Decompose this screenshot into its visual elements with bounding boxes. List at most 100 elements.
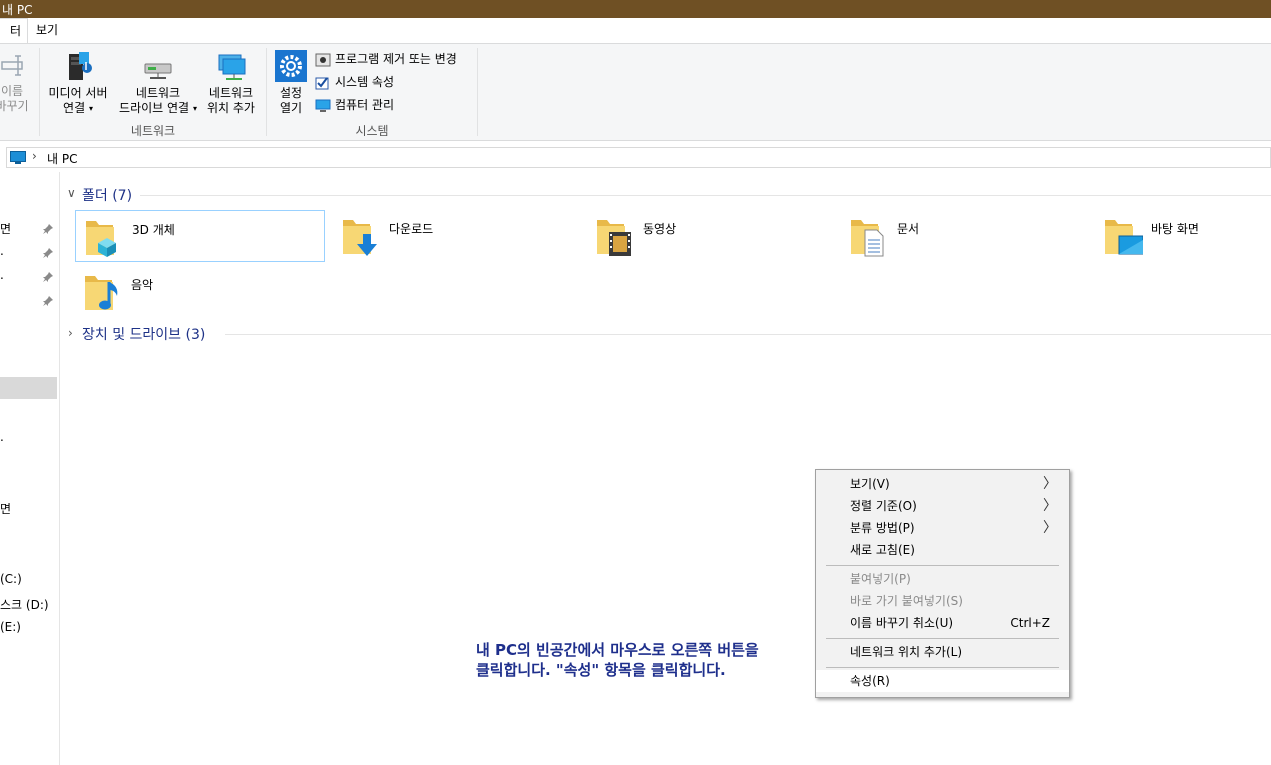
- system-group-label: 시스템: [355, 124, 389, 138]
- desktop-icon: [1103, 214, 1144, 258]
- chevron-right-icon: 〉: [1043, 520, 1057, 536]
- chevron-right-icon: 〉: [1043, 476, 1057, 492]
- menu-item-refresh[interactable]: 새로 고침(E): [816, 539, 1069, 561]
- nav-item-drive-c[interactable]: (C:): [0, 572, 22, 586]
- media-server-icon: [61, 50, 95, 82]
- instruction-note: 내 PC의 빈공간에서 마우스로 오른쪽 버튼을 클릭합니다. "속성" 항목을…: [476, 640, 759, 680]
- nav-item[interactable]: .: [0, 268, 4, 282]
- tab-computer[interactable]: 터: [0, 18, 28, 43]
- folder-documents[interactable]: 문서: [841, 210, 1091, 262]
- folder-label: 문서: [897, 222, 920, 236]
- map-network-drive-button[interactable]: 네트워크 드라이브 연결 ▾: [113, 50, 203, 116]
- folder-music[interactable]: 음악: [75, 266, 325, 318]
- network-drive-icon: [141, 50, 175, 82]
- folder-label: 동영상: [643, 222, 677, 236]
- nav-item[interactable]: 면: [0, 220, 11, 237]
- menu-item-add-network-location[interactable]: 네트워크 위치 추가(L): [816, 641, 1069, 663]
- menu-separator: [826, 667, 1059, 668]
- pin-icon[interactable]: [43, 271, 53, 282]
- chevron-right-icon[interactable]: ›: [68, 326, 73, 340]
- nav-item-this-pc[interactable]: [0, 377, 57, 399]
- pin-icon[interactable]: [43, 223, 53, 234]
- nav-item[interactable]: .: [0, 244, 4, 258]
- rename-label-1: 이름: [0, 84, 24, 98]
- network-location-icon: [214, 50, 248, 82]
- rename-button[interactable]: 이름 바꾸기: [0, 50, 30, 114]
- folder-videos[interactable]: 동영상: [587, 210, 837, 262]
- ribbon: 이름 바꾸기 미디어 서버 연결 ▾ 네트워크 드라이브 연결 ▾ 네트워크 위…: [0, 43, 1271, 141]
- computer-icon: [315, 99, 331, 113]
- pin-icon[interactable]: [43, 247, 53, 258]
- nav-item-drive-e[interactable]: (E:): [0, 620, 21, 634]
- nav-item-drive-d[interactable]: 스크 (D:): [0, 596, 49, 613]
- ribbon-tabs: 터 보기: [0, 18, 1271, 43]
- pin-icon[interactable]: [43, 295, 53, 306]
- shortcut-label: Ctrl+Z: [1010, 616, 1050, 630]
- folders-section-header[interactable]: 폴더 (7): [82, 185, 132, 205]
- ribbon-divider: [39, 48, 40, 136]
- menu-item-paste[interactable]: 붙여넣기(P): [816, 568, 1069, 590]
- chevron-right-icon: 〉: [1043, 498, 1057, 514]
- section-divider: [225, 334, 1271, 335]
- media-server-label-2: 연결: [63, 101, 86, 115]
- menu-item-properties[interactable]: 속성(R): [816, 670, 1069, 692]
- chevron-down-icon: ▾: [192, 104, 197, 113]
- instruction-line-2: 클릭합니다. "속성" 항목을 클릭합니다.: [476, 661, 726, 679]
- settings-label-2: 열기: [279, 101, 303, 115]
- menu-item-undo-rename[interactable]: 이름 바꾸기 취소(U) Ctrl+Z: [816, 612, 1069, 634]
- address-bar[interactable]: › 내 PC: [6, 147, 1271, 168]
- menu-separator: [826, 638, 1059, 639]
- folder-downloads[interactable]: 다운로드: [333, 210, 583, 262]
- music-note-icon: [83, 270, 123, 314]
- gear-icon: [274, 50, 308, 82]
- chevron-down-icon[interactable]: ∨: [67, 186, 76, 200]
- settings-label-1: 설정: [279, 86, 303, 100]
- folder-label: 다운로드: [389, 222, 434, 236]
- menu-separator: [826, 565, 1059, 566]
- folder-3d-objects[interactable]: 3D 개체: [75, 210, 325, 262]
- context-menu: 보기(V) 〉 정렬 기준(O) 〉 분류 방법(P) 〉 새로 고침(E) 붙…: [815, 469, 1070, 698]
- chevron-down-icon: ▾: [88, 104, 93, 113]
- map-drive-label-2: 드라이브 연결: [119, 101, 190, 115]
- folder-3d-icon: [84, 215, 124, 259]
- media-server-label-1: 미디어 서버: [48, 86, 108, 100]
- menu-item-group-by[interactable]: 분류 방법(P) 〉: [816, 517, 1069, 539]
- instruction-line-1: 내 PC의 빈공간에서 마우스로 오른쪽 버튼을: [476, 641, 759, 659]
- add-location-label-1: 네트워크: [208, 86, 254, 100]
- this-pc-icon: [10, 151, 26, 162]
- map-drive-label-1: 네트워크: [135, 86, 181, 100]
- navigation-pane: 면 . . . 면 (C:) 스크 (D:) (E:): [0, 172, 60, 765]
- film-icon: [595, 214, 635, 258]
- drives-section-header[interactable]: 장치 및 드라이브 (3): [82, 324, 205, 344]
- add-location-label-2: 위치 추가: [207, 101, 255, 115]
- section-divider: [140, 195, 1271, 196]
- folder-label: 음악: [131, 278, 154, 292]
- checkbox-icon: [315, 76, 331, 90]
- menu-item-view[interactable]: 보기(V) 〉: [816, 473, 1069, 495]
- menu-item-paste-shortcut[interactable]: 바로 가기 붙여넣기(S): [816, 590, 1069, 612]
- system-properties-button[interactable]: 시스템 속성: [315, 72, 394, 92]
- uninstall-program-button[interactable]: 프로그램 제거 또는 변경: [315, 49, 457, 69]
- nav-item[interactable]: .: [0, 430, 4, 444]
- menu-item-sort-by[interactable]: 정렬 기준(O) 〉: [816, 495, 1069, 517]
- computer-management-button[interactable]: 컴퓨터 관리: [315, 95, 394, 115]
- window-title: 내 PC: [2, 3, 33, 17]
- rename-icon: [0, 50, 24, 80]
- uninstall-label: 프로그램 제거 또는 변경: [335, 52, 457, 66]
- folder-label: 바탕 화면: [1151, 222, 1199, 236]
- folder-desktop[interactable]: 바탕 화면: [1095, 210, 1265, 262]
- breadcrumb[interactable]: 내 PC: [47, 150, 77, 167]
- open-settings-button[interactable]: 설정 열기: [272, 50, 310, 116]
- add-network-location-button[interactable]: 네트워크 위치 추가: [202, 50, 260, 116]
- tab-view[interactable]: 보기: [36, 18, 58, 43]
- ribbon-divider: [266, 48, 267, 136]
- program-box-icon: [315, 53, 331, 67]
- nav-item[interactable]: 면: [0, 500, 11, 517]
- media-server-button[interactable]: 미디어 서버 연결 ▾: [44, 50, 112, 116]
- network-group-label: 네트워크: [130, 124, 176, 138]
- ribbon-divider: [477, 48, 478, 136]
- folder-label: 3D 개체: [132, 223, 175, 237]
- computer-management-label: 컴퓨터 관리: [335, 98, 395, 112]
- system-properties-label: 시스템 속성: [335, 75, 395, 89]
- rename-label-2: 바꾸기: [0, 99, 29, 113]
